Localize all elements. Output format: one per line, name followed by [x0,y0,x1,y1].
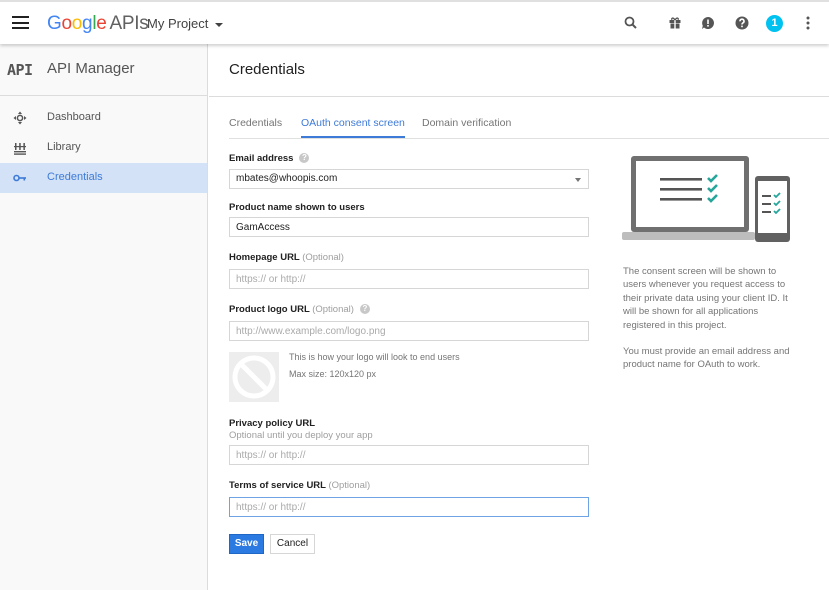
consent-illustration [622,156,790,242]
search-icon[interactable] [623,15,639,31]
key-icon [13,174,26,182]
tab-oauth-consent-screen[interactable]: OAuth consent screen [301,117,405,138]
logo-letter: o [61,13,72,34]
help-icon[interactable]: ? [299,153,310,164]
email-label: Email address? [229,153,310,164]
project-name: My Project [147,16,209,31]
chevron-down-icon [215,22,224,27]
privacy-label: Privacy policy URL [229,418,316,429]
chevron-down-icon [575,178,581,182]
sidebar-item-credentials[interactable]: Credentials [0,163,207,193]
sidebar-item-label: Library [47,141,81,153]
sidebar-header: API API Manager [0,44,207,96]
logo-preview-note: This is how your logo will look to end u… [289,352,460,362]
sidebar: API API Manager Dashboard Library Creden… [0,44,208,590]
logo-url-input[interactable] [229,321,589,341]
homepage-label: Homepage URL (Optional) [229,252,344,263]
apis-wordmark: APIs [109,13,149,34]
notifications-badge[interactable]: 1 [766,15,783,32]
optional-tag: (Optional) [312,304,354,315]
library-icon [14,143,26,155]
logo-letter: o [71,13,83,34]
api-icon: API [7,61,33,79]
logo-letter: e [96,13,107,34]
tab-domain-verification[interactable]: Domain verification [422,117,511,138]
tab-bar: Credentials OAuth consent screen Domain … [229,117,829,139]
email-label-text: Email address [229,153,294,164]
homepage-label-text: Homepage URL [229,252,300,263]
logo-url-label-text: Product logo URL [229,304,310,315]
google-wordmark: Google [47,13,107,34]
project-selector[interactable]: My Project [147,16,224,31]
help-icon[interactable]: ? [359,304,370,315]
logo-preview [229,352,279,402]
terms-label-text: Terms of service URL [229,480,326,491]
email-select-value: mbates@whoopis.com [236,173,338,184]
privacy-help: Optional until you deploy your app [229,430,373,441]
tab-credentials[interactable]: Credentials [229,117,282,138]
sidebar-item-label: Dashboard [47,111,101,123]
sidebar-item-dashboard[interactable]: Dashboard [0,103,207,133]
sidebar-item-library[interactable]: Library [0,133,207,163]
logo-url-label: Product logo URL (Optional)? [229,304,370,315]
gift-icon[interactable] [667,15,683,31]
phone-icon [755,176,790,242]
page-title: Credentials [229,61,305,78]
info-paragraph: You must provide an email address and pr… [623,346,790,371]
google-apis-logo[interactable]: Google APIs [47,13,149,35]
save-button[interactable]: Save [229,534,264,554]
dashboard-icon [13,111,27,125]
terms-url-input[interactable] [229,497,589,517]
product-name-label: Product name shown to users [229,202,365,213]
cancel-button[interactable]: Cancel [270,534,315,554]
top-app-bar: Google APIs My Project 1 [0,0,829,44]
product-name-input[interactable] [229,217,589,237]
consent-info: The consent screen will be shown to user… [623,265,798,372]
optional-tag: (Optional) [328,480,371,491]
privacy-url-input[interactable] [229,445,589,465]
sidebar-title: API Manager [47,60,135,77]
info-paragraph: The consent screen will be shown to user… [623,266,788,331]
logo-max-size: Max size: 120x120 px [289,369,377,379]
logo-letter: g [82,13,93,34]
menu-icon[interactable] [12,16,29,29]
homepage-url-input[interactable] [229,269,589,289]
feedback-icon[interactable] [700,15,716,31]
sidebar-item-label: Credentials [47,171,103,183]
logo-letter: G [47,13,62,34]
more-vert-icon[interactable] [800,15,816,31]
main-content: Credentials Credentials OAuth consent sc… [209,44,829,590]
help-icon[interactable] [734,15,750,31]
optional-tag: (Optional) [302,252,344,263]
sidebar-nav: Dashboard Library Credentials [0,96,207,193]
email-select[interactable]: mbates@whoopis.com [229,169,589,189]
page-header: Credentials [209,44,829,97]
no-image-icon [232,355,276,399]
terms-label: Terms of service URL (Optional) [229,480,370,491]
